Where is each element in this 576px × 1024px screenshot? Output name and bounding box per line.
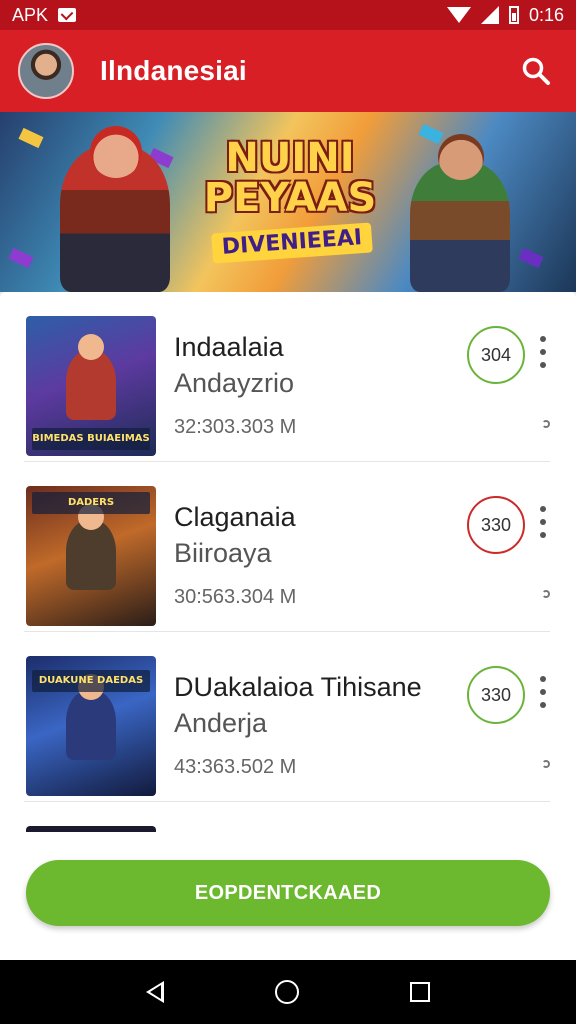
thumbnail-label: DUAKUNE DAEDAS bbox=[32, 670, 150, 692]
banner-title: NUINI PEYAAS bbox=[203, 135, 377, 221]
system-nav-bar bbox=[0, 960, 576, 1024]
thumb-head bbox=[78, 334, 104, 360]
app-bar: Ilndanesiai bbox=[0, 30, 576, 112]
hero-right-figure bbox=[410, 162, 510, 292]
search-button[interactable] bbox=[514, 49, 558, 93]
nav-recent-icon[interactable] bbox=[410, 982, 431, 1002]
list-item[interactable]: DADERS Claganaia Biiroaya 30:563.304 M 3… bbox=[24, 462, 550, 632]
game-thumbnail: DUAKUNE DAEDAS bbox=[26, 656, 156, 796]
status-app-label: APK bbox=[12, 4, 49, 25]
game-thumbnail: DADERS bbox=[26, 486, 156, 626]
confetti-shape bbox=[518, 247, 544, 269]
nav-home-icon[interactable] bbox=[274, 980, 299, 1004]
confetti-shape bbox=[8, 247, 34, 269]
status-bar: APK 0:16 bbox=[0, 0, 576, 30]
thumb-figure bbox=[66, 690, 116, 760]
refresh-icon bbox=[542, 760, 550, 768]
item-title: Indaalaia bbox=[174, 332, 284, 362]
thumb-figure bbox=[66, 520, 116, 590]
item-size: 30:563.304 M bbox=[174, 586, 297, 608]
more-vert-icon[interactable] bbox=[536, 676, 550, 708]
app-title: Ilndanesiai bbox=[100, 55, 247, 86]
item-subtitle: Andayzrio bbox=[174, 368, 295, 398]
search-icon bbox=[522, 57, 550, 85]
refresh-icon bbox=[542, 420, 550, 428]
score-badge: 330 bbox=[467, 666, 525, 724]
confetti-shape bbox=[18, 127, 44, 149]
more-vert-icon[interactable] bbox=[536, 506, 550, 538]
score-badge: 330 bbox=[467, 496, 525, 554]
list-item[interactable]: DUAKUNE DAEDAS DUakalaioa Tihisane Ander… bbox=[24, 632, 550, 802]
promo-banner[interactable]: NUINI PEYAAS DIVENIEEAI bbox=[0, 112, 576, 292]
nav-back-icon[interactable] bbox=[145, 981, 164, 1003]
thumb-figure bbox=[66, 350, 116, 420]
battery-icon bbox=[508, 6, 519, 24]
status-time: 0:16 bbox=[528, 4, 564, 25]
game-thumbnail: BIMEDAS BUIAEIMAS bbox=[26, 316, 156, 456]
signal-icon bbox=[480, 6, 499, 24]
item-title: DUakalaioa Tihisane bbox=[174, 672, 422, 702]
thumbnail-label: DADERS bbox=[32, 492, 150, 514]
confetti-shape bbox=[418, 123, 444, 145]
wifi-icon bbox=[446, 7, 471, 23]
app-list: BIMEDAS BUIAEIMAS Indaalaia Andayzrio 32… bbox=[0, 292, 576, 832]
item-size: 43:363.502 M bbox=[174, 756, 297, 778]
refresh-icon bbox=[542, 590, 550, 598]
list-item[interactable]: BIMEDAS BUIAEIMAS Indaalaia Andayzrio 32… bbox=[24, 292, 550, 462]
item-title: Claganaia bbox=[174, 502, 296, 532]
more-vert-icon[interactable] bbox=[536, 336, 550, 368]
avatar[interactable] bbox=[18, 43, 74, 99]
item-subtitle: Biiroaya bbox=[174, 538, 272, 568]
hero-right-head bbox=[438, 134, 484, 180]
mail-icon bbox=[58, 8, 77, 22]
banner-subtitle: DIVENIEEAI bbox=[211, 222, 373, 264]
primary-action-button[interactable]: EOPDENTCKAAED bbox=[26, 860, 550, 926]
score-badge: 304 bbox=[467, 326, 525, 384]
item-size: 32:303.303 M bbox=[174, 416, 297, 438]
hero-left-head bbox=[90, 126, 142, 178]
thumbnail-label: BIMEDAS BUIAEIMAS bbox=[32, 428, 150, 450]
item-subtitle: Anderja bbox=[174, 708, 268, 738]
